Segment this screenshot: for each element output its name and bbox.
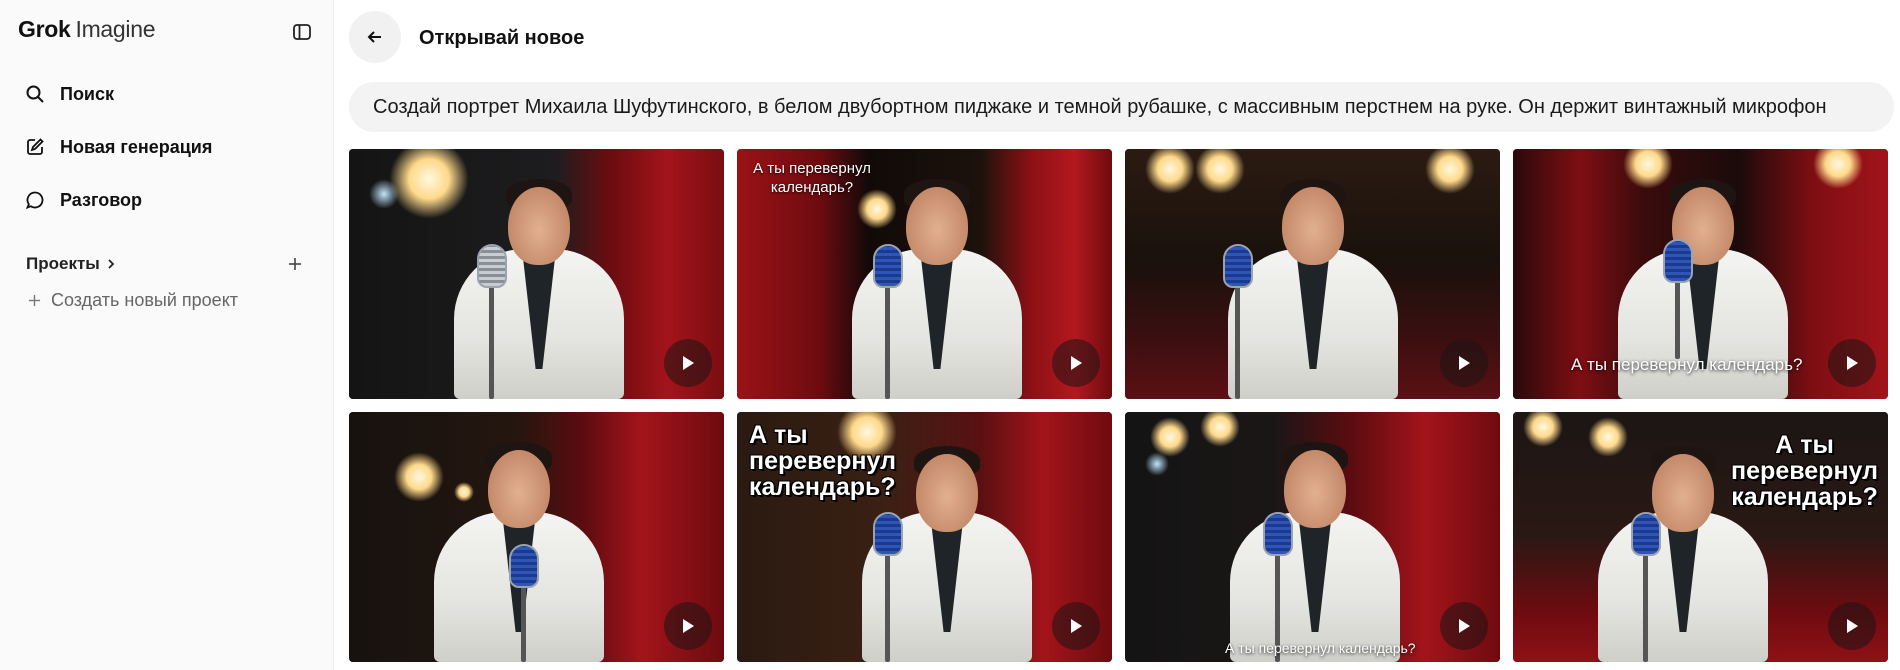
play-button[interactable]: [1052, 602, 1100, 650]
gallery-tile[interactable]: [349, 412, 724, 662]
play-icon: [1071, 356, 1082, 370]
edit-icon: [24, 136, 46, 158]
plus-icon: [28, 294, 41, 307]
sidebar: Grok Imagine Поиск Новая генерация Разго…: [0, 0, 334, 670]
image-caption: А ты перевернул календарь?: [749, 421, 896, 501]
play-button[interactable]: [1828, 602, 1876, 650]
page-title: Открывай новое: [419, 27, 585, 49]
nav-item-search[interactable]: Поиск: [14, 72, 320, 116]
main-content: Открывай новое Создай портрет Михаила Шу…: [335, 0, 1900, 670]
back-button[interactable]: [349, 11, 401, 63]
gallery-tile[interactable]: А ты перевернул календарь?: [1513, 149, 1888, 399]
chevron-right-icon: [108, 259, 115, 269]
brand-logo[interactable]: Grok Imagine: [18, 16, 156, 43]
image-caption: А ты перевернул календарь?: [1225, 640, 1416, 656]
play-button[interactable]: [1828, 339, 1876, 387]
arrow-left-icon: [367, 31, 381, 43]
play-icon: [683, 356, 694, 370]
sidebar-toggle-icon: [293, 24, 311, 40]
play-icon: [1459, 619, 1470, 633]
nav-item-conversation[interactable]: Разговор: [14, 178, 320, 222]
brand-imagine: Imagine: [75, 16, 156, 42]
play-icon: [1847, 356, 1858, 370]
create-project-label: Создать новый проект: [51, 290, 239, 310]
gallery-tile[interactable]: [1125, 149, 1500, 399]
plus-icon: [289, 258, 301, 270]
play-button[interactable]: [1440, 602, 1488, 650]
add-project-button[interactable]: [284, 253, 306, 275]
nav-item-new-generation[interactable]: Новая генерация: [14, 125, 320, 169]
nav-item-label: Разговор: [60, 189, 143, 210]
image-gallery: А ты перевернул календарь? А ты переверн…: [349, 149, 1888, 662]
gallery-tile[interactable]: [349, 149, 724, 399]
chat-bubble-icon: [24, 189, 46, 211]
projects-toggle[interactable]: Проекты: [26, 254, 116, 274]
gallery-tile[interactable]: А ты перевернул календарь?: [737, 149, 1112, 399]
play-icon: [1071, 619, 1082, 633]
prompt-text: Создай портрет Михаила Шуфутинского, в б…: [373, 95, 1827, 118]
image-caption: А ты перевернул календарь?: [1571, 355, 1803, 374]
play-button[interactable]: [664, 339, 712, 387]
image-caption: А ты перевернул календарь?: [1731, 431, 1878, 511]
create-project-button[interactable]: Создать новый проект: [28, 290, 238, 311]
play-button[interactable]: [664, 602, 712, 650]
search-icon: [24, 83, 46, 105]
nav-item-label: Новая генерация: [60, 136, 213, 157]
projects-section: Проекты: [26, 252, 306, 276]
play-button[interactable]: [1052, 339, 1100, 387]
play-button[interactable]: [1440, 339, 1488, 387]
sidebar-toggle-button[interactable]: [288, 18, 316, 46]
play-icon: [683, 619, 694, 633]
play-icon: [1459, 356, 1470, 370]
image-caption: А ты перевернул календарь?: [753, 160, 871, 196]
nav-item-label: Поиск: [60, 83, 115, 104]
gallery-tile[interactable]: А ты перевернул календарь?: [737, 412, 1112, 662]
gallery-tile[interactable]: А ты перевернул календарь?: [1513, 412, 1888, 662]
gallery-tile[interactable]: А ты перевернул календарь?: [1125, 412, 1500, 662]
prompt-display[interactable]: Создай портрет Михаила Шуфутинского, в б…: [349, 82, 1894, 132]
play-icon: [1847, 619, 1858, 633]
projects-label: Проекты: [26, 254, 100, 273]
brand-grok: Grok: [18, 16, 71, 42]
